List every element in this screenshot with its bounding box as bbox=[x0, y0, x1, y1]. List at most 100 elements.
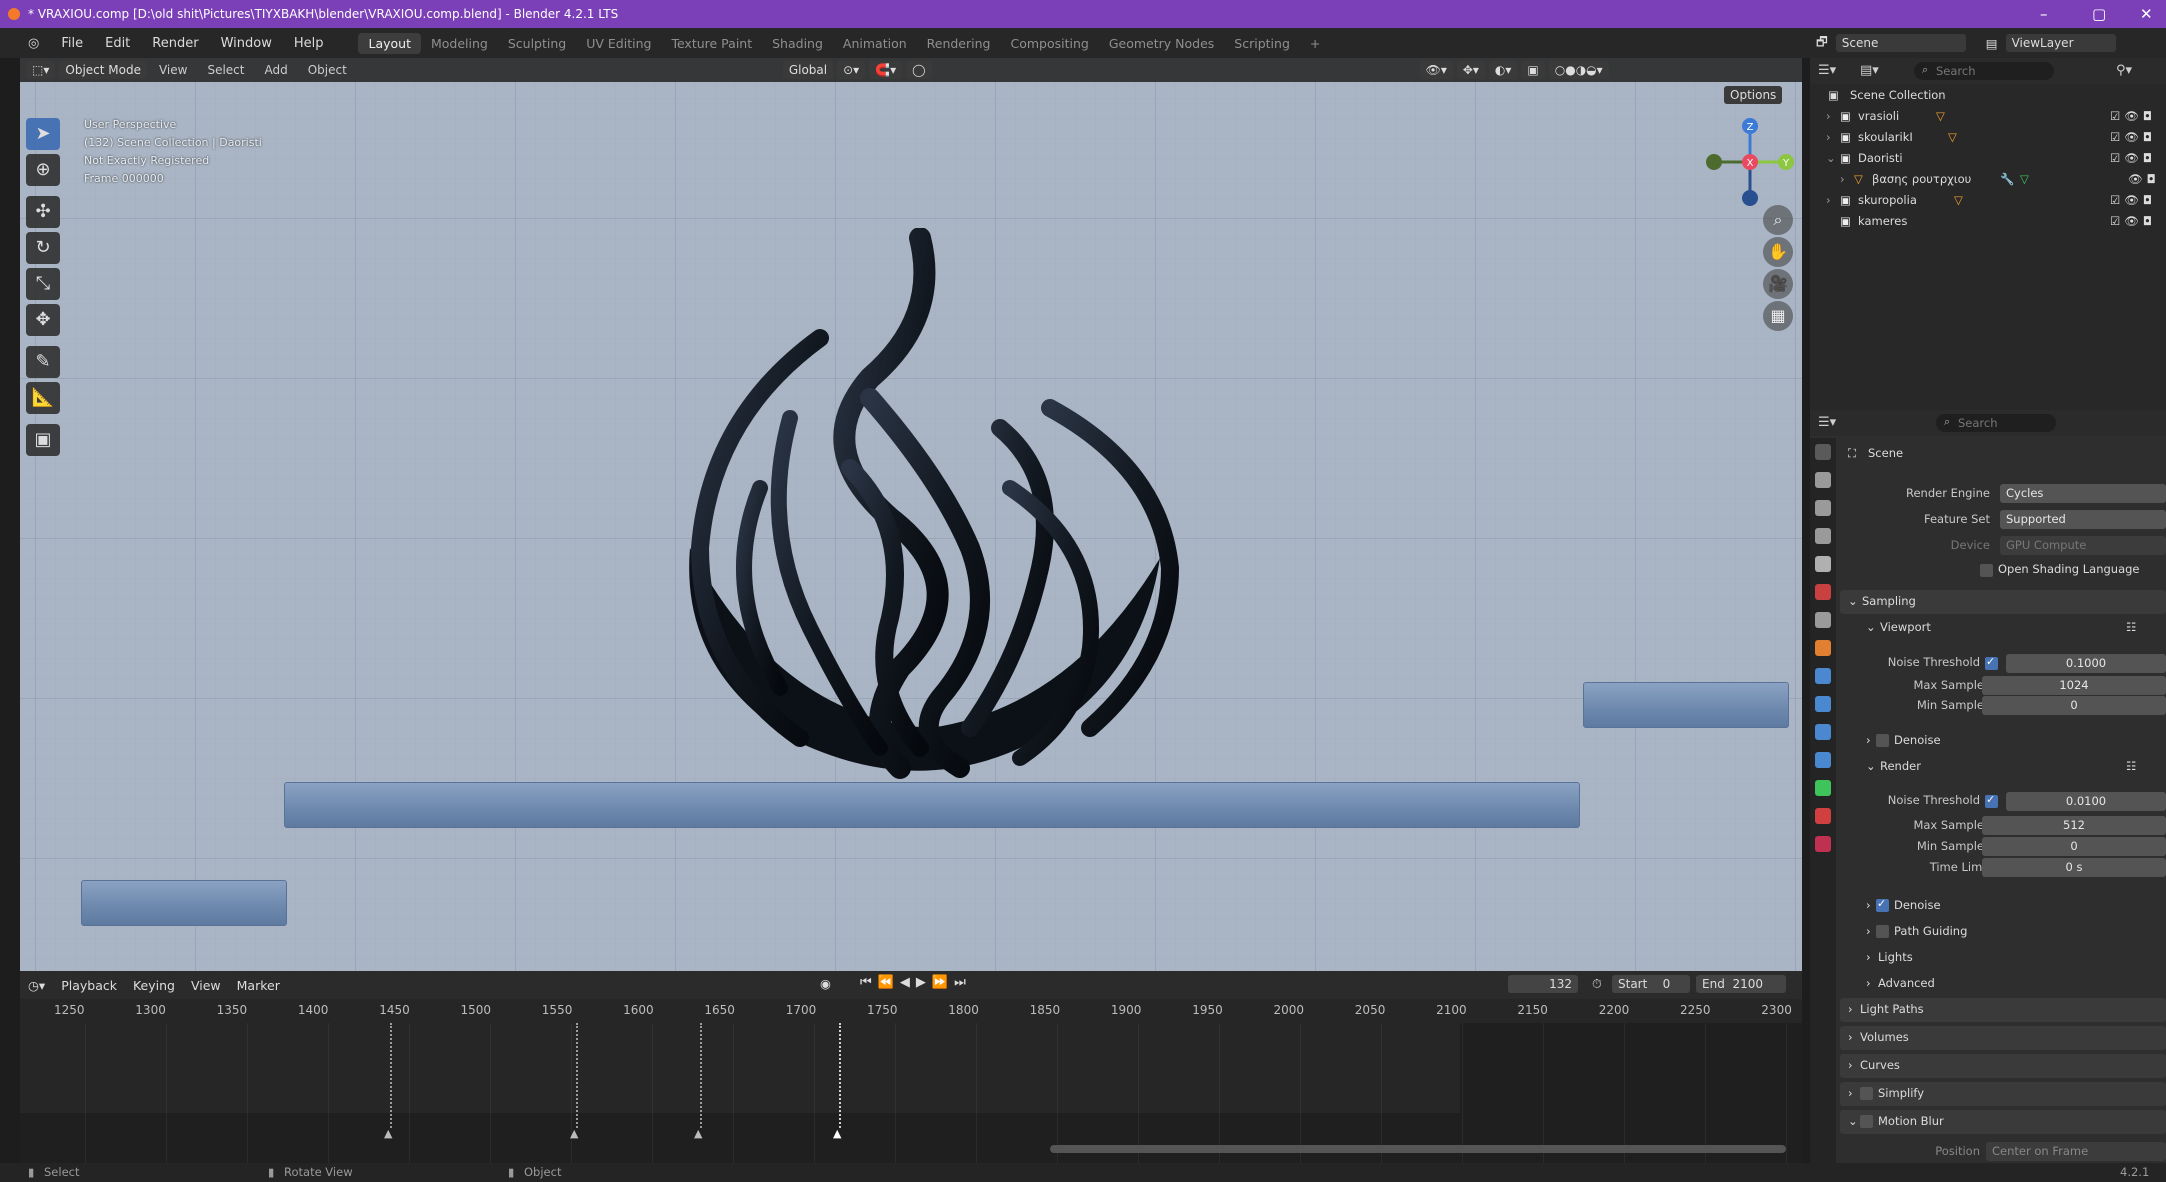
visibility-toggles[interactable]: ☑👁◘ bbox=[2110, 211, 2156, 232]
outliner-row-daoristi[interactable]: ⌄ ▣ Daoristi ☑👁◘ bbox=[1810, 148, 2166, 169]
tab-geometry-nodes[interactable]: Geometry Nodes bbox=[1099, 33, 1224, 54]
tool-tab-icon[interactable] bbox=[1815, 444, 1831, 460]
editor-type-button[interactable]: ⬚▾ bbox=[26, 61, 56, 79]
snap-icon[interactable]: 🧲▾ bbox=[869, 61, 903, 79]
outliner-row-kameres[interactable]: ▣ kameres ☑👁◘ bbox=[1810, 211, 2166, 232]
outliner-row-skoularikI[interactable]: › ▣ skoularikI ▽ ☑👁◘ bbox=[1810, 127, 2166, 148]
time-limit-field[interactable]: 0 s bbox=[1982, 858, 2166, 877]
r-min-field[interactable]: 0 bbox=[1982, 837, 2166, 856]
cursor-tool-icon[interactable]: ⊕ bbox=[26, 154, 60, 186]
simplify-checkbox[interactable] bbox=[1860, 1087, 1873, 1100]
visibility-icon[interactable]: 👁▾ bbox=[1419, 61, 1453, 79]
blender-menu-icon[interactable]: ◎ bbox=[0, 36, 50, 51]
r-denoise-chevron-icon[interactable]: › bbox=[1866, 898, 1871, 912]
menu-edit[interactable]: Edit bbox=[94, 36, 141, 51]
lights-chevron-icon[interactable]: › bbox=[1866, 950, 1871, 964]
render-engine-dropdown[interactable]: Cycles bbox=[2000, 484, 2166, 503]
marker-4-icon[interactable]: ▲ bbox=[833, 1127, 841, 1140]
properties-search-input[interactable]: Search bbox=[1936, 414, 2056, 432]
position-dropdown[interactable]: Center on Frame bbox=[1986, 1142, 2166, 1161]
timeline-menu-playback[interactable]: Playback bbox=[53, 978, 125, 993]
timeline-menu-keying[interactable]: Keying bbox=[125, 978, 183, 993]
pivot-point-icon[interactable]: ⊙▾ bbox=[837, 61, 866, 79]
outliner-row-child-object[interactable]: › ▽ βασης ρουτρχιου 🔧 ▽ 👁◘ bbox=[1810, 169, 2166, 190]
r-denoise-checkbox[interactable] bbox=[1876, 897, 1889, 912]
zoom-icon[interactable]: ⌕ bbox=[1763, 205, 1793, 235]
visibility-toggles[interactable]: ☑👁◘ bbox=[2110, 148, 2156, 169]
add-cube-tool-icon[interactable]: ▣ bbox=[26, 424, 60, 456]
expand-chevron-icon[interactable]: › bbox=[1826, 127, 1831, 148]
menu-view[interactable]: View bbox=[151, 63, 195, 77]
r-noise-checkbox[interactable] bbox=[1985, 793, 1998, 808]
world-tab-icon[interactable] bbox=[1815, 584, 1831, 600]
add-workspace-button[interactable]: + bbox=[1300, 33, 1330, 54]
motion-blur-checkbox[interactable] bbox=[1860, 1115, 1873, 1128]
playback-controls[interactable]: ⏮⏪◀▶⏩⏭ bbox=[860, 975, 972, 990]
r-max-field[interactable]: 512 bbox=[1982, 816, 2166, 835]
3d-viewport[interactable] bbox=[20, 58, 1802, 971]
maximize-button[interactable]: ▢ bbox=[2092, 0, 2106, 28]
menu-object[interactable]: Object bbox=[300, 63, 355, 77]
display-mode-icon[interactable]: ▤▾ bbox=[1860, 63, 1879, 78]
ortho-grid-icon[interactable]: ▦ bbox=[1763, 301, 1793, 331]
feature-set-dropdown[interactable]: Supported bbox=[2000, 510, 2166, 529]
menu-render[interactable]: Render bbox=[141, 36, 209, 51]
select-box-tool-icon[interactable]: ➤ bbox=[26, 118, 60, 150]
menu-window[interactable]: Window bbox=[210, 36, 283, 51]
menu-select[interactable]: Select bbox=[199, 63, 252, 77]
object-tab-icon[interactable] bbox=[1815, 640, 1831, 656]
visibility-toggles[interactable]: ☑👁◘ bbox=[2110, 106, 2156, 127]
marker-2-icon[interactable]: ▲ bbox=[570, 1127, 578, 1140]
expand-chevron-icon[interactable]: › bbox=[1826, 190, 1831, 211]
r-noise-field[interactable]: 0.0100 bbox=[2006, 792, 2166, 811]
scene-selector[interactable]: Scene bbox=[1835, 34, 1966, 52]
transform-orientation-dropdown[interactable]: Global bbox=[782, 61, 834, 79]
tentacle-bowl-mesh[interactable] bbox=[640, 228, 1200, 788]
tab-compositing[interactable]: Compositing bbox=[1000, 33, 1098, 54]
visibility-toggles[interactable]: 👁◘ bbox=[2128, 169, 2160, 190]
pan-hand-icon[interactable]: ✋ bbox=[1763, 237, 1793, 267]
tab-shading[interactable]: Shading bbox=[762, 33, 833, 54]
advanced-chevron-icon[interactable]: › bbox=[1866, 976, 1871, 990]
vp-min-field[interactable]: 0 bbox=[1982, 696, 2166, 715]
view-layer-selector[interactable]: ViewLayer bbox=[2005, 34, 2116, 52]
outliner-editor-icon[interactable]: ☰▾ bbox=[1818, 63, 1836, 78]
vp-denoise-checkbox[interactable] bbox=[1876, 734, 1889, 747]
outliner-row-skuropolia[interactable]: › ▣ skuropolia ▽ ☑👁◘ bbox=[1810, 190, 2166, 211]
material-tab-icon[interactable] bbox=[1815, 808, 1831, 824]
vp-noise-field[interactable]: 0.1000 bbox=[2006, 654, 2166, 673]
pipe-mesh-long[interactable] bbox=[284, 782, 1580, 828]
navigation-gizmo[interactable]: Z Y X bbox=[1700, 112, 1800, 212]
render-preset-list-icon[interactable]: ☷ bbox=[2126, 759, 2136, 773]
timeline-editor-icon[interactable]: ◷▾ bbox=[20, 978, 53, 993]
annotate-tool-icon[interactable]: ✎ bbox=[26, 346, 60, 378]
constraints-tab-icon[interactable] bbox=[1815, 752, 1831, 768]
auto-keying-icon[interactable]: ◉ bbox=[820, 976, 831, 991]
vp-max-field[interactable]: 1024 bbox=[1982, 676, 2166, 695]
output-tab-icon[interactable] bbox=[1815, 500, 1831, 516]
texture-tab-icon[interactable] bbox=[1815, 836, 1831, 852]
properties-editor-icon[interactable]: ☰▾ bbox=[1818, 415, 1836, 430]
render-tab-icon[interactable] bbox=[1815, 472, 1831, 488]
timeline-menu-marker[interactable]: Marker bbox=[229, 978, 288, 993]
proportional-edit-icon[interactable]: ◯ bbox=[906, 61, 932, 79]
object-mode-dropdown[interactable]: Object Mode bbox=[59, 61, 147, 79]
start-frame-field[interactable]: Start 0 bbox=[1612, 975, 1690, 993]
outliner-row-scene-collection[interactable]: ▣ Scene Collection bbox=[1810, 85, 2166, 106]
tab-rendering[interactable]: Rendering bbox=[917, 33, 1001, 54]
timeline-menu-view[interactable]: View bbox=[183, 978, 229, 993]
physics-tab-icon[interactable] bbox=[1815, 724, 1831, 740]
timeline-area[interactable]: ▲ ▲ ▲ ▲ bbox=[20, 1023, 1802, 1163]
current-frame-field[interactable]: 132 bbox=[1508, 975, 1578, 993]
scale-tool-icon[interactable]: ⤡ bbox=[26, 268, 60, 300]
preset-list-icon[interactable]: ☷ bbox=[2126, 620, 2136, 634]
move-tool-icon[interactable]: ✣ bbox=[26, 196, 60, 228]
menu-file[interactable]: File bbox=[50, 36, 94, 51]
tab-uv-editing[interactable]: UV Editing bbox=[576, 33, 661, 54]
measure-tool-icon[interactable]: 📐 bbox=[26, 382, 60, 414]
view-layer-tab-icon[interactable] bbox=[1815, 528, 1831, 544]
overlay-toggle-icon[interactable]: ◐▾ bbox=[1488, 61, 1518, 79]
tab-layout[interactable]: Layout bbox=[358, 32, 421, 54]
vp-denoise-chevron-icon[interactable]: › bbox=[1866, 733, 1871, 747]
device-dropdown[interactable]: GPU Compute bbox=[2000, 536, 2166, 555]
